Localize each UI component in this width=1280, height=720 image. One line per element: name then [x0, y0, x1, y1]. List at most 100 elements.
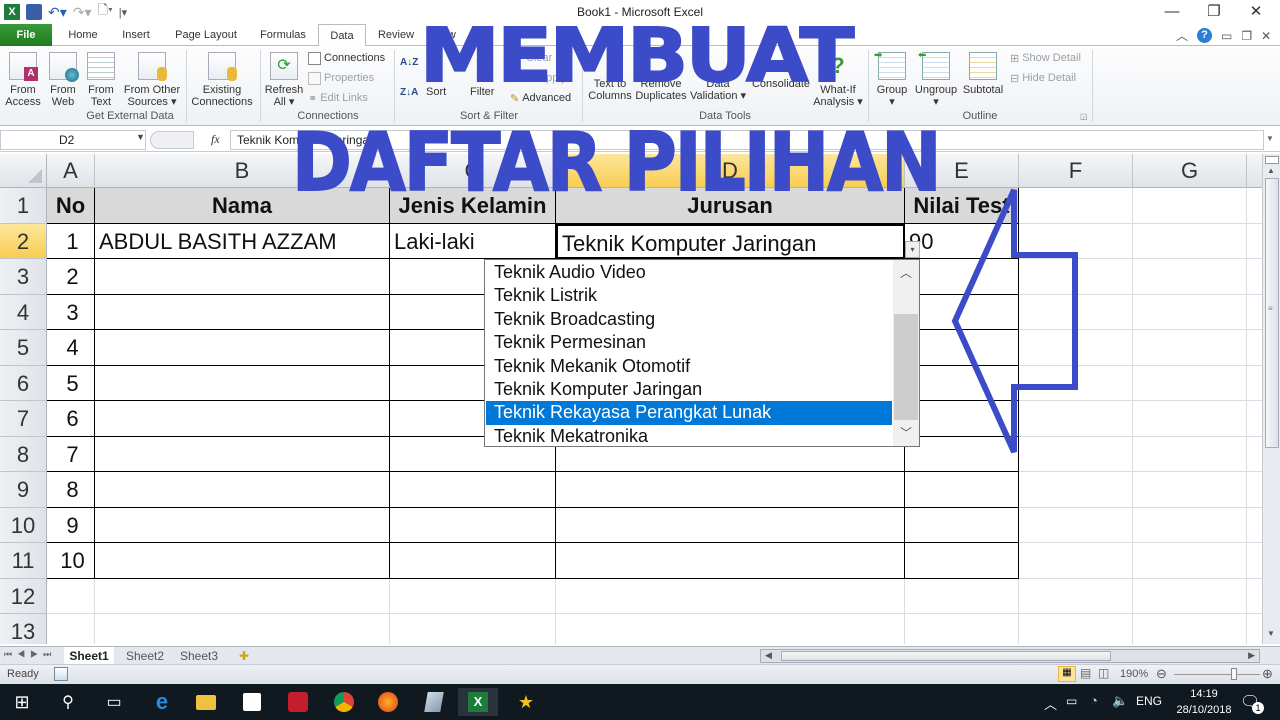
- row-header[interactable]: 2: [0, 223, 47, 259]
- restore-button[interactable]: ❐: [1194, 2, 1234, 22]
- empty-cell[interactable]: [1247, 579, 1262, 614]
- dropdown-option[interactable]: Teknik Listrik: [486, 284, 892, 307]
- firefox-button[interactable]: [368, 688, 408, 716]
- zoom-level[interactable]: 190%: [1120, 668, 1148, 680]
- table-cell-no[interactable]: 2: [47, 259, 95, 295]
- table-cell[interactable]: [905, 543, 1019, 579]
- existing-connections-button[interactable]: Existing Connections: [190, 52, 254, 108]
- dropdown-option[interactable]: Teknik Permesinan: [486, 331, 892, 354]
- insert-sheet-icon[interactable]: ✚: [234, 647, 254, 665]
- table-cell-no[interactable]: 5: [47, 365, 95, 401]
- empty-cell[interactable]: [1133, 259, 1247, 295]
- vertical-scrollbar[interactable]: ▲ ≡ ▼: [1262, 154, 1280, 644]
- zoom-slider-thumb[interactable]: [1231, 668, 1238, 680]
- table-cell-no[interactable]: 4: [47, 330, 95, 366]
- battery-icon[interactable]: ▭: [1066, 694, 1077, 708]
- movie-maker-button[interactable]: ★: [506, 688, 546, 716]
- table-cell[interactable]: [95, 436, 390, 472]
- show-hidden-icons[interactable]: ︿: [1044, 694, 1057, 713]
- table-cell[interactable]: [390, 507, 556, 543]
- gift-app-button[interactable]: [278, 688, 318, 716]
- help-icon[interactable]: ?: [1197, 28, 1213, 43]
- empty-cell[interactable]: [1133, 614, 1247, 644]
- tab-page-layout[interactable]: Page Layout: [170, 24, 242, 46]
- row-header[interactable]: 4: [0, 294, 47, 330]
- row-header[interactable]: 3: [0, 259, 47, 295]
- table-cell-no[interactable]: 9: [47, 507, 95, 543]
- table-cell[interactable]: [556, 507, 905, 543]
- table-cell-no[interactable]: 6: [47, 401, 95, 437]
- table-cell[interactable]: [556, 543, 905, 579]
- dropdown-scrollbar[interactable]: ︿ ﹀: [893, 260, 919, 446]
- table-cell[interactable]: [95, 330, 390, 366]
- dropdown-scroll-thumb[interactable]: [894, 314, 918, 420]
- file-explorer-button[interactable]: [186, 688, 226, 716]
- empty-cell[interactable]: [1133, 330, 1247, 366]
- expand-formula-bar-icon[interactable]: ▼: [1266, 134, 1274, 143]
- empty-cell[interactable]: [1019, 472, 1133, 508]
- select-all-button[interactable]: [0, 154, 47, 188]
- empty-cell[interactable]: [1019, 543, 1133, 579]
- empty-cell[interactable]: [390, 614, 556, 644]
- row-header[interactable]: 12: [0, 578, 47, 614]
- dropdown-option[interactable]: Teknik Mekatronika: [486, 425, 892, 448]
- from-other-sources-button[interactable]: From Other Sources ▾: [122, 52, 182, 108]
- empty-cell[interactable]: [1247, 259, 1262, 295]
- row-header[interactable]: 9: [0, 472, 47, 508]
- empty-cell[interactable]: [1019, 614, 1133, 644]
- empty-cell[interactable]: [1247, 437, 1262, 472]
- volume-icon[interactable]: 🔈: [1112, 693, 1128, 709]
- workbook-minimize-icon[interactable]: ▭: [1221, 29, 1232, 43]
- minimize-ribbon-icon[interactable]: ︿: [1176, 27, 1188, 44]
- close-button[interactable]: ✕: [1236, 2, 1276, 22]
- validation-dropdown-button[interactable]: ▾: [905, 241, 920, 258]
- excel-taskbar-button[interactable]: X: [458, 688, 498, 716]
- ungroup-button[interactable]: ⬅ Ungroup ▾: [912, 50, 960, 108]
- table-cell[interactable]: [95, 294, 390, 330]
- sheet-tab-3[interactable]: Sheet3: [176, 647, 222, 665]
- empty-cell[interactable]: [1133, 188, 1247, 224]
- empty-cell[interactable]: [1133, 507, 1247, 543]
- scroll-left-icon[interactable]: ◀: [765, 650, 772, 661]
- zoom-out-button[interactable]: ⊖: [1156, 666, 1167, 682]
- empty-cell[interactable]: [1247, 614, 1262, 644]
- table-cell-no[interactable]: 3: [47, 294, 95, 330]
- table-cell[interactable]: [556, 472, 905, 508]
- tab-formulas[interactable]: Formulas: [254, 24, 312, 46]
- from-web-button[interactable]: From Web: [46, 52, 80, 108]
- task-view-button[interactable]: ▭: [94, 688, 134, 716]
- validation-dropdown-list[interactable]: Teknik Audio Video Teknik Listrik Teknik B…: [484, 259, 920, 447]
- tab-home[interactable]: Home: [60, 24, 106, 46]
- normal-view-icon[interactable]: ▦: [1058, 666, 1076, 682]
- empty-cell[interactable]: [1247, 472, 1262, 508]
- table-cell[interactable]: [95, 259, 390, 295]
- start-button[interactable]: ⊞: [2, 688, 42, 716]
- empty-cell[interactable]: [1247, 508, 1262, 543]
- dropdown-option-highlighted[interactable]: Teknik Rekayasa Perangkat Lunak: [486, 401, 892, 425]
- page-break-view-icon[interactable]: ◫: [1098, 666, 1109, 680]
- scroll-up-icon[interactable]: ▲: [1267, 166, 1275, 175]
- dialog-launcher-icon[interactable]: ◲: [1080, 112, 1088, 121]
- empty-cell[interactable]: [1133, 543, 1247, 579]
- column-header-a[interactable]: A: [47, 154, 95, 188]
- empty-cell[interactable]: [1133, 401, 1247, 437]
- name-box-dropdown-icon[interactable]: ▼: [136, 132, 145, 142]
- dropdown-option[interactable]: Teknik Mekanik Otomotif: [486, 355, 892, 378]
- store-button[interactable]: [232, 688, 272, 716]
- empty-cell[interactable]: [1133, 436, 1247, 472]
- dropdown-option[interactable]: Teknik Broadcasting: [486, 308, 892, 331]
- from-text-button[interactable]: From Text: [84, 52, 118, 108]
- table-cell[interactable]: [95, 543, 390, 579]
- sheet-tab-2[interactable]: Sheet2: [122, 647, 168, 665]
- horizontal-scroll-thumb[interactable]: [781, 651, 1111, 661]
- edge-button[interactable]: e: [142, 688, 182, 716]
- row-header[interactable]: 13: [0, 614, 47, 644]
- empty-cell[interactable]: [390, 578, 556, 614]
- split-box[interactable]: [1265, 156, 1279, 164]
- empty-cell[interactable]: [1133, 578, 1247, 614]
- empty-cell[interactable]: [47, 578, 95, 614]
- tab-data[interactable]: Data: [318, 24, 366, 47]
- vertical-scroll-thumb[interactable]: ≡: [1265, 178, 1279, 448]
- table-cell[interactable]: [95, 472, 390, 508]
- column-header-g[interactable]: G: [1133, 154, 1247, 188]
